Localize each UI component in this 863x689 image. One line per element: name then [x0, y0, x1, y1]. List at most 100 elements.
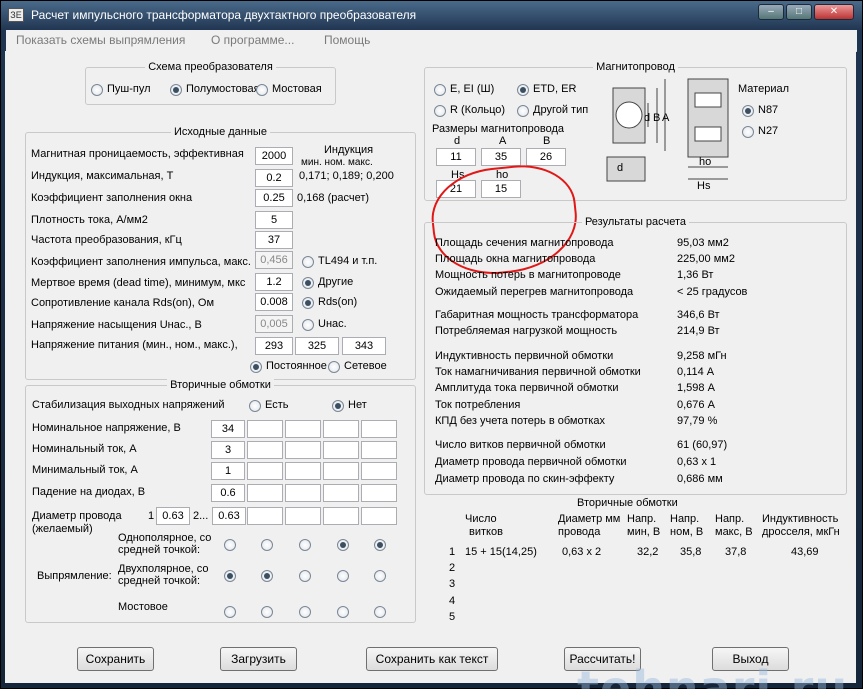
core-radio-other[interactable] [517, 105, 529, 117]
input-row-value[interactable]: 0.25 [255, 189, 293, 207]
input-row-value[interactable]: 293 [255, 337, 293, 355]
supply-max-input[interactable]: 343 [342, 337, 386, 355]
core-group-title: Магнитопровод [593, 61, 678, 73]
scheme-radio-halfbridge[interactable] [170, 84, 182, 96]
result-row-value: 1,36 Вт [677, 269, 714, 281]
rect-radio[interactable] [337, 570, 349, 582]
secondary-row-value[interactable]: 1 [211, 462, 245, 480]
menu-about[interactable]: О программе... [211, 33, 294, 47]
secondary-row-extra-input[interactable] [285, 420, 321, 438]
sec-table-cell: 15 + 15(14,25) [465, 546, 537, 558]
wire-diameter-1-input[interactable]: 0.63 [156, 507, 190, 525]
supply-label-mains: Сетевое [344, 360, 387, 372]
input-row-value[interactable]: 1.2 [255, 273, 293, 291]
sec-table-header: Напр. [627, 513, 657, 525]
wire-extra-input[interactable] [247, 507, 283, 525]
wire-extra-input[interactable] [323, 507, 359, 525]
dim-b-input[interactable]: 26 [526, 148, 566, 166]
menu-show-schemes[interactable]: Показать схемы выпрямления [16, 33, 185, 47]
rect-radio[interactable] [374, 570, 386, 582]
secondary-row-extra-input[interactable] [361, 462, 397, 480]
input-row-label: Частота преобразования, кГц [31, 234, 182, 246]
material-radio-n87[interactable] [742, 105, 754, 117]
input-row-value[interactable]: 2000 [255, 147, 293, 165]
secondary-row-extra-input[interactable] [323, 441, 359, 459]
core-radio-e[interactable] [434, 84, 446, 96]
input-row-value[interactable]: 5 [255, 211, 293, 229]
close-button[interactable]: ✕ [814, 4, 854, 20]
result-row-value: 0,114 А [677, 366, 715, 378]
maximize-button[interactable]: □ [786, 4, 812, 20]
secondary-row-extra-input[interactable] [285, 484, 321, 502]
rect-radio[interactable] [224, 539, 236, 551]
input-row-value[interactable]: 37 [255, 231, 293, 249]
rect-radio[interactable] [224, 606, 236, 618]
rect-radio[interactable] [224, 570, 236, 582]
duty-radio-other[interactable] [302, 277, 314, 289]
stab-radio-no[interactable] [332, 400, 344, 412]
input-row-value[interactable]: 0,456 [255, 251, 293, 269]
core-sizes-title: Размеры магнитопровода [432, 123, 565, 135]
wire-extra-input[interactable] [285, 507, 321, 525]
scheme-radio-bridge[interactable] [256, 84, 268, 96]
scheme-label-halfbridge: Полумостовая [186, 83, 260, 95]
secondary-row-extra-input[interactable] [323, 420, 359, 438]
induction-title: Индукция [324, 144, 374, 156]
rect-radio[interactable] [299, 570, 311, 582]
secondary-row-extra-input[interactable] [323, 484, 359, 502]
rect-radio[interactable] [299, 539, 311, 551]
dim-d-input[interactable]: 11 [436, 148, 476, 166]
menu-help[interactable]: Помощь [324, 33, 370, 47]
secondary-row-extra-input[interactable] [285, 462, 321, 480]
secondary-row-value[interactable]: 34 [211, 420, 245, 438]
secondary-row-value[interactable]: 0.6 [211, 484, 245, 502]
dim-a-input[interactable]: 35 [481, 148, 521, 166]
rect-radio[interactable] [261, 606, 273, 618]
secondary-row-extra-input[interactable] [361, 420, 397, 438]
secondary-row-extra-input[interactable] [361, 484, 397, 502]
sec-table-header-sub: ном, В [670, 526, 704, 538]
secondary-row-extra-input[interactable] [361, 441, 397, 459]
sec-table-header-sub: мин, В [627, 526, 661, 538]
save-as-text-button[interactable]: Сохранить как текст [366, 647, 498, 671]
secondary-row-extra-input[interactable] [247, 462, 283, 480]
wire-extra-input[interactable] [361, 507, 397, 525]
rect-radio[interactable] [337, 539, 349, 551]
secondary-row-extra-input[interactable] [247, 441, 283, 459]
core-radio-ring[interactable] [434, 105, 446, 117]
sec-table-cell: 4 [449, 595, 456, 607]
secondary-row-extra-input[interactable] [285, 441, 321, 459]
secondary-row-value[interactable]: 3 [211, 441, 245, 459]
rect-radio[interactable] [337, 606, 349, 618]
input-row-value[interactable]: 0.008 [255, 293, 293, 311]
secondary-row-extra-input[interactable] [247, 484, 283, 502]
input-row-value[interactable]: 0.2 [255, 169, 293, 187]
rds-label-usat: Uнас. [318, 318, 347, 330]
duty-radio-tl494[interactable] [302, 256, 314, 268]
rds-radio-usat[interactable] [302, 319, 314, 331]
rect-radio[interactable] [261, 539, 273, 551]
wire-diameter-2-input[interactable]: 0.63 [212, 507, 246, 525]
supply-nom-input[interactable]: 325 [295, 337, 339, 355]
load-button[interactable]: Загрузить [220, 647, 297, 671]
input-row-value[interactable]: 0,005 [255, 315, 293, 333]
scheme-radio-pushpull[interactable] [91, 84, 103, 96]
secondary-row-extra-input[interactable] [247, 420, 283, 438]
results-group-title: Результаты расчета [581, 216, 690, 228]
save-button[interactable]: Сохранить [77, 647, 154, 671]
minimize-button[interactable]: – [758, 4, 784, 20]
rds-radio-rdson[interactable] [302, 297, 314, 309]
secondary-row-extra-input[interactable] [323, 462, 359, 480]
core-radio-etd[interactable] [517, 84, 529, 96]
stab-radio-yes[interactable] [249, 400, 261, 412]
rect-radio[interactable] [374, 539, 386, 551]
supply-radio-mains[interactable] [328, 361, 340, 373]
rect-radio[interactable] [374, 606, 386, 618]
material-radio-n27[interactable] [742, 126, 754, 138]
result-row-label: Мощность потерь в магнитопроводе [435, 269, 621, 281]
result-row-label: Площадь окна магнитопровода [435, 253, 596, 265]
close-icon: ✕ [829, 6, 839, 17]
rect-radio[interactable] [299, 606, 311, 618]
supply-radio-dc[interactable] [250, 361, 262, 373]
rect-radio[interactable] [261, 570, 273, 582]
